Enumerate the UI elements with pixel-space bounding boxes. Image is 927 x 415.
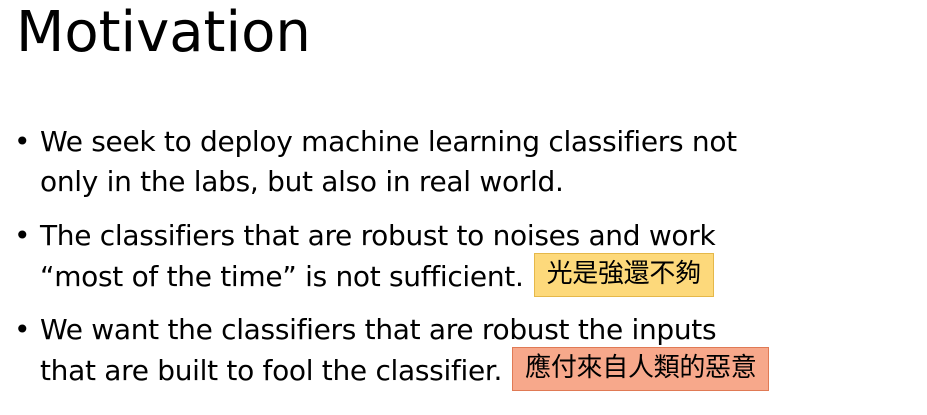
bullet-dot-icon: • [14, 219, 31, 252]
slide: Motivation • We seek to deploy machine l… [0, 0, 927, 415]
bullet-item: • The classifiers that are robust to noi… [14, 216, 914, 297]
bullet-list: • We seek to deploy machine learning cla… [14, 122, 914, 391]
bullet-dot-icon: • [14, 125, 31, 158]
bullet-text-line-with-note: that are built to fool the classifier. 應付… [40, 347, 914, 391]
bullet-text-line: The classifiers that are robust to noise… [40, 219, 716, 252]
bullet-text-line: We want the classifiers that are robust … [40, 313, 717, 346]
bullet-item: • We seek to deploy machine learning cla… [14, 122, 914, 202]
bullet-text-line: We seek to deploy machine learning class… [40, 125, 737, 158]
bullet-text-line: only in the labs, but also in real world… [40, 165, 564, 198]
slide-title: Motivation [16, 0, 311, 65]
bullet-item: • We want the classifiers that are robus… [14, 310, 914, 391]
bullet-text: that are built to fool the classifier. [40, 354, 503, 387]
annotation-note-yellow: 光是強還不夠 [533, 253, 714, 297]
annotation-note-orange: 應付來自人類的惡意 [512, 347, 770, 391]
bullet-dot-icon: • [14, 313, 31, 346]
bullet-text: “most of the time” is not sufficient. [40, 260, 524, 293]
bullet-text-line-with-note: “most of the time” is not sufficient. 光是強… [40, 253, 914, 297]
